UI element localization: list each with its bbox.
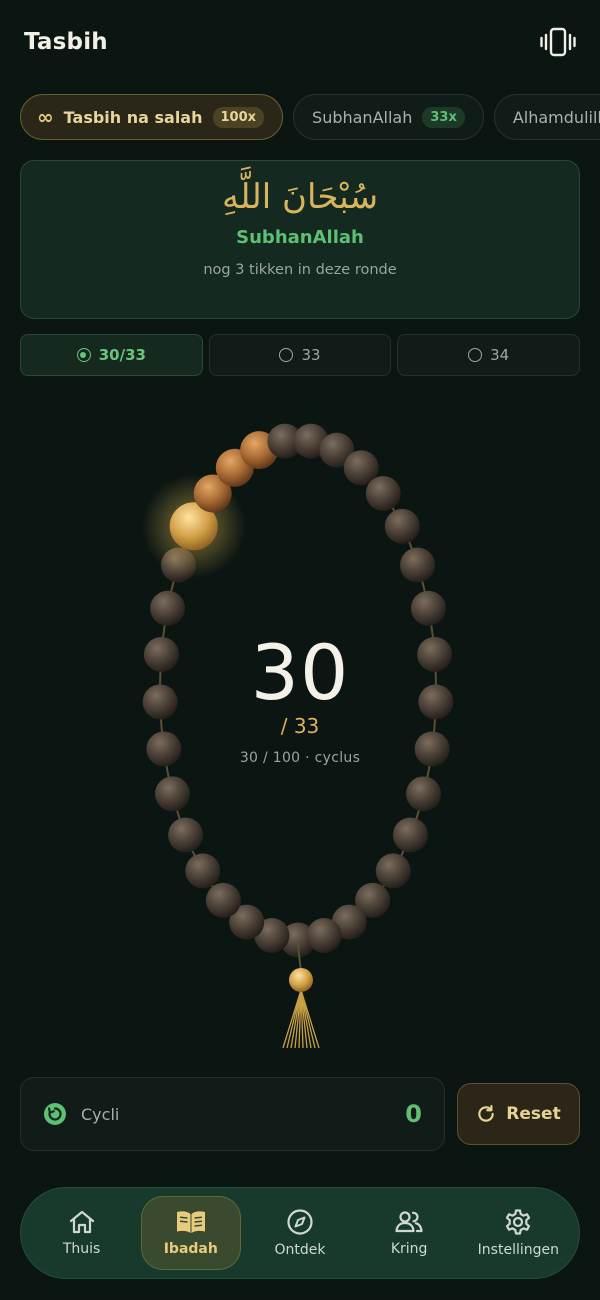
nav-label: Ibadah [163,1241,218,1257]
home-icon [69,1210,94,1234]
cycles-card: Cycli 0 [20,1077,445,1151]
bead [375,853,411,889]
chip-label: Tasbih na salah [63,107,203,127]
bead [306,917,342,953]
target-options: 30/33 33 34 [20,334,581,376]
chip-label: SubhanAllah [312,107,413,127]
people-icon [395,1211,423,1233]
radio-icon [468,348,483,362]
bead [154,776,190,812]
refresh-icon [478,1105,495,1122]
target-label: 30/33 [98,346,146,364]
target-option-30-33[interactable]: 30/33 [20,334,203,376]
chip-count-badge: 33x [422,106,465,128]
nav-item-ibadah[interactable]: Ibadah [140,1196,241,1270]
cycle-progress: 30 / 100 · cyclus [239,750,361,766]
chip-subhanallah[interactable]: SubhanAllah 33x [293,94,484,140]
reset-label: Reset [506,1104,561,1124]
nav-label: Thuis [62,1241,101,1257]
app-header: Tasbih [0,0,600,84]
arabic-text: سُبْحَانَ اللَّهِ [221,177,379,217]
bead [185,853,221,889]
target-label: 33 [301,346,321,364]
nav-label: Kring [390,1241,428,1257]
nav-item-kring[interactable]: Kring [359,1196,459,1270]
target-option-34[interactable]: 34 [397,334,581,376]
nav-item-thuis[interactable]: Thuis [32,1196,132,1270]
transliteration: SubhanAllah [236,227,364,248]
bottom-navigation: Thuis Ibadah Ontdek Kring Instellingen [20,1187,580,1279]
book-icon [176,1211,205,1233]
cycles-value: 0 [405,1100,422,1128]
counter-display: 30 / 33 30 / 100 · cyclus [150,628,450,766]
compass-icon [287,1209,313,1235]
bead [205,882,241,918]
target-option-33[interactable]: 33 [208,334,392,376]
bead [168,817,204,853]
bead [392,817,428,853]
chip-tasbih-na-salah[interactable]: ∞ Tasbih na salah 100x [20,94,284,140]
count-target: / 33 [280,714,320,738]
nav-item-ontdek[interactable]: Ontdek [250,1196,350,1270]
bead [365,475,401,511]
vibrate-toggle-button[interactable] [538,22,578,62]
nav-item-instellingen[interactable]: Instellingen [468,1196,568,1270]
vibrate-icon [540,27,576,57]
current-count: 30 [250,628,350,717]
chip-label: Alhamdulillah [512,107,600,127]
gear-icon [506,1209,531,1235]
radio-selected-icon [76,348,91,362]
bead [406,776,442,812]
bead [384,508,420,544]
bead [400,547,436,583]
infinity-icon: ∞ [37,105,54,129]
remaining-taps: nog 3 tikken in deze ronde [203,262,397,278]
chip-count-badge: 100x [212,106,265,128]
dhikr-selector: ∞ Tasbih na salah 100x SubhanAllah 33x A… [20,94,600,140]
tassel [282,944,320,1049]
chip-alhamdulillah[interactable]: Alhamdulillah [493,94,600,140]
cycle-icon [44,1103,66,1125]
dhikr-card: سُبْحَانَ اللَّهِ SubhanAllah nog 3 tikk… [20,160,580,319]
reset-button[interactable]: Reset [457,1083,580,1145]
nav-label: Ontdek [274,1242,326,1258]
page-title: Tasbih [24,29,108,55]
bead [410,590,446,626]
radio-icon [279,348,294,362]
nav-label: Instellingen [477,1242,559,1258]
target-label: 34 [490,346,510,364]
bead [150,590,186,626]
cycles-label: Cycli [81,1104,120,1124]
